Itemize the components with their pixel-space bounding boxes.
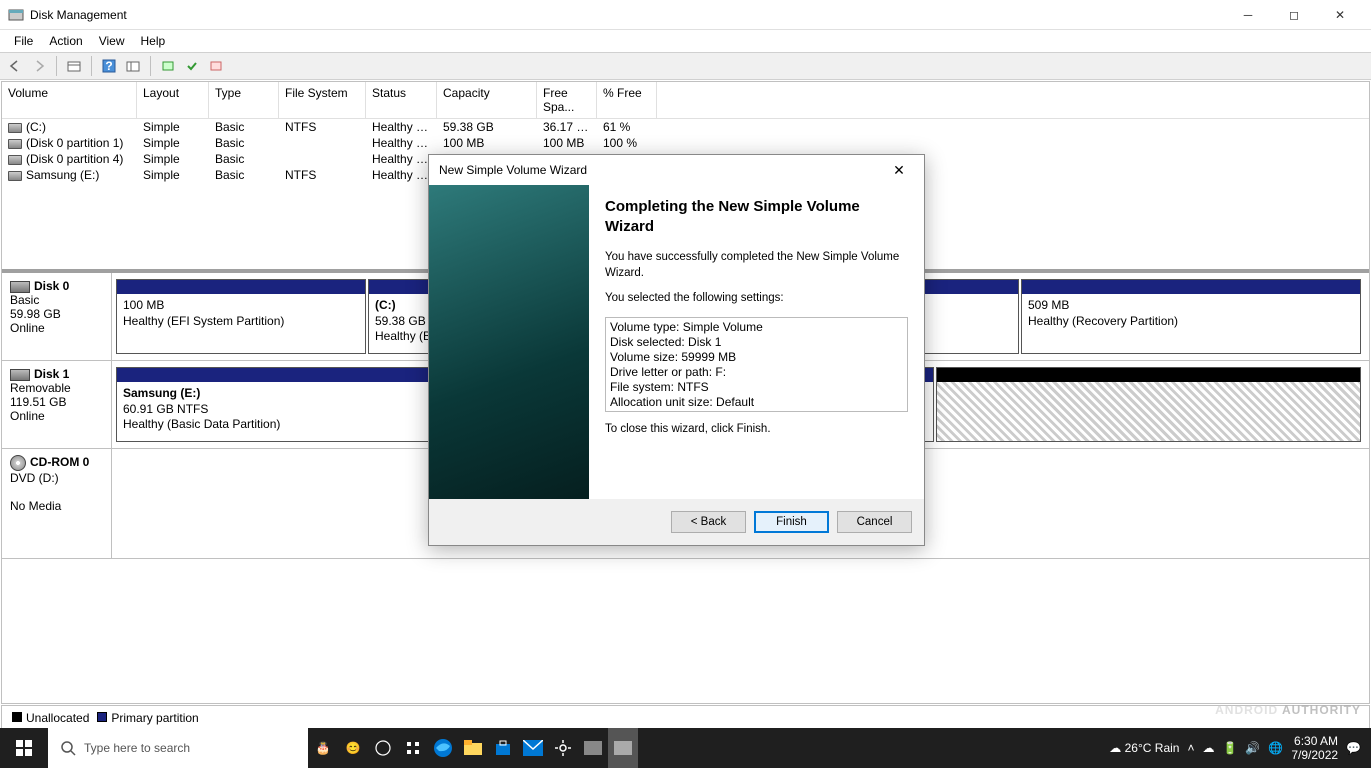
wizard-settings-list[interactable]: Volume type: Simple VolumeDisk selected:…: [605, 317, 908, 412]
nav-back-button[interactable]: [4, 55, 26, 77]
cancel-button[interactable]: Cancel: [837, 511, 912, 533]
disk-icon: [10, 281, 30, 293]
taskbar-emoji-icon[interactable]: 🎂: [308, 728, 338, 768]
wizard-banner: [429, 185, 589, 499]
search-box[interactable]: Type here to search: [48, 728, 308, 768]
search-icon: [60, 740, 76, 756]
explorer-icon[interactable]: [458, 728, 488, 768]
legend: Unallocated Primary partition: [1, 705, 1370, 730]
help-button[interactable]: ?: [98, 55, 120, 77]
nav-forward-button[interactable]: [28, 55, 50, 77]
back-button[interactable]: < Back: [671, 511, 746, 533]
toolbar-btn-3[interactable]: [122, 55, 144, 77]
notifications-icon[interactable]: 💬: [1346, 741, 1361, 755]
wizard-dialog: New Simple Volume Wizard ✕ Completing th…: [428, 154, 925, 546]
wizard-text: You selected the following settings:: [605, 291, 908, 307]
disk-icon: [10, 369, 30, 381]
wizard-heading: Completing the New Simple Volume Wizard: [605, 197, 908, 236]
volume-row[interactable]: (Disk 0 partition 1)SimpleBasicHealthy (…: [2, 135, 1369, 151]
legend-swatch-primary: [97, 712, 107, 722]
menubar: File Action View Help: [0, 30, 1371, 52]
edge-icon[interactable]: [428, 728, 458, 768]
col-pct[interactable]: % Free: [597, 82, 657, 118]
store-icon[interactable]: [488, 728, 518, 768]
legend-swatch-unallocated: [12, 712, 22, 722]
diskmgmt-taskbar-icon[interactable]: [608, 728, 638, 768]
tray-chevron-icon[interactable]: ˄: [1187, 741, 1194, 755]
wizard-footer: < Back Finish Cancel: [429, 499, 924, 545]
battery-icon[interactable]: 🔋: [1222, 741, 1237, 755]
disk-label: Disk 1 Removable119.51 GBOnline: [2, 361, 112, 448]
maximize-button[interactable]: ◻: [1271, 0, 1317, 30]
taskbar: Type here to search 🎂 😊 ☁ 26°C Rain ˄ ☁ …: [0, 728, 1371, 768]
taskbar-emoji-icon[interactable]: 😊: [338, 728, 368, 768]
network-icon[interactable]: 🌐: [1268, 741, 1283, 755]
clock[interactable]: 6:30 AM7/9/2022: [1291, 734, 1338, 763]
weather-widget[interactable]: ☁ 26°C Rain: [1109, 741, 1179, 755]
task-view-button[interactable]: [368, 728, 398, 768]
col-status[interactable]: Status: [366, 82, 437, 118]
wizard-text: To close this wizard, click Finish.: [605, 422, 908, 438]
col-layout[interactable]: Layout: [137, 82, 209, 118]
partition[interactable]: 509 MBHealthy (Recovery Partition): [1021, 279, 1361, 354]
disk-label: CD-ROM 0 DVD (D:)No Media: [2, 449, 112, 558]
menu-file[interactable]: File: [6, 32, 41, 50]
finish-button[interactable]: Finish: [754, 511, 829, 533]
window-title: Disk Management: [30, 8, 1225, 22]
col-type[interactable]: Type: [209, 82, 279, 118]
menu-action[interactable]: Action: [41, 32, 90, 50]
titlebar: Disk Management ─ ◻ ✕: [0, 0, 1371, 30]
toolbar-btn-5[interactable]: [181, 55, 203, 77]
cd-icon: [10, 455, 26, 471]
disk-label: Disk 0 Basic59.98 GBOnline: [2, 273, 112, 360]
menu-view[interactable]: View: [91, 32, 133, 50]
svg-text:?: ?: [105, 59, 112, 73]
volume-row[interactable]: (C:)SimpleBasicNTFSHealthy (B...59.38 GB…: [2, 119, 1369, 135]
start-button[interactable]: [0, 728, 48, 768]
settings-icon[interactable]: [548, 728, 578, 768]
volume-icon[interactable]: 🔊: [1245, 741, 1260, 755]
partition-unallocated[interactable]: [936, 367, 1361, 442]
system-tray: ☁ 26°C Rain ˄ ☁ 🔋 🔊 🌐 6:30 AM7/9/2022 💬: [1099, 734, 1371, 763]
taskbar-app-icon[interactable]: [578, 728, 608, 768]
volume-header: Volume Layout Type File System Status Ca…: [2, 82, 1369, 119]
wizard-close-button[interactable]: ✕: [884, 162, 914, 179]
watermark: ANDROID AUTHORITY: [1215, 694, 1361, 720]
toolbar-btn-4[interactable]: [157, 55, 179, 77]
toolbar: ?: [0, 52, 1371, 80]
menu-help[interactable]: Help: [133, 32, 174, 50]
toolbar-btn-1[interactable]: [63, 55, 85, 77]
app-icon: [8, 7, 24, 23]
col-fs[interactable]: File System: [279, 82, 366, 118]
onedrive-icon[interactable]: ☁: [1202, 741, 1214, 755]
wizard-text: You have successfully completed the New …: [605, 250, 908, 281]
toolbar-btn-6[interactable]: [205, 55, 227, 77]
col-free[interactable]: Free Spa...: [537, 82, 597, 118]
col-volume[interactable]: Volume: [2, 82, 137, 118]
minimize-button[interactable]: ─: [1225, 0, 1271, 30]
close-button[interactable]: ✕: [1317, 0, 1363, 30]
taskbar-app-icon[interactable]: [398, 728, 428, 768]
col-capacity[interactable]: Capacity: [437, 82, 537, 118]
wizard-titlebar: New Simple Volume Wizard ✕: [429, 155, 924, 185]
mail-icon[interactable]: [518, 728, 548, 768]
partition[interactable]: 100 MBHealthy (EFI System Partition): [116, 279, 366, 354]
